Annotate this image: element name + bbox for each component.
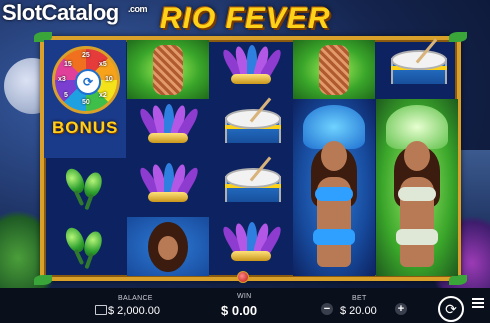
wheel-icon: 25 x5 10 x2 50 5 x3 15 ⟳ (52, 46, 120, 114)
dancer-icon (321, 141, 347, 171)
headdress-symbol (210, 40, 292, 99)
bet-increase-button[interactable]: + (395, 303, 407, 315)
dancer-face-symbol (127, 217, 209, 276)
headdress-icon (219, 44, 284, 92)
headdress-symbol (127, 158, 209, 217)
balance-value: $ 2,000.00 (108, 305, 160, 317)
wheel-number: 10 (105, 76, 113, 83)
headdress-icon (136, 103, 201, 151)
maracas-symbol (44, 158, 126, 217)
dancer-legs-icon (153, 44, 183, 95)
headdress-symbol (127, 99, 209, 158)
win-value: $ 0.00 (221, 303, 258, 318)
minus-icon: − (323, 303, 331, 315)
blue-dancer-symbol (293, 99, 375, 276)
balance-label: BALANCE (118, 295, 153, 302)
watermark-logo: SlotCatalog .com (2, 0, 148, 26)
wheel-number: 50 (82, 99, 90, 106)
reel-4 (293, 40, 375, 277)
spin-button[interactable]: ⟳ (438, 296, 464, 322)
headdress-symbol (210, 217, 292, 276)
reels-frame: 25 x5 10 x2 50 5 x3 15 ⟳ BONUS (34, 32, 467, 285)
reel-1: 25 x5 10 x2 50 5 x3 15 ⟳ BONUS (44, 40, 126, 277)
drum-icon (391, 38, 447, 90)
bonus-label: BONUS (52, 118, 119, 137)
drum-symbol (376, 38, 458, 99)
bet-decrease-button[interactable]: − (321, 303, 333, 315)
menu-button[interactable] (472, 296, 486, 310)
wheel-number: x2 (99, 92, 107, 99)
frame-jewel-decoration (237, 271, 249, 283)
drum-symbol (210, 156, 292, 217)
bet-value: $ 20.00 (340, 305, 377, 317)
wheel-number: 25 (82, 52, 90, 59)
reel-3 (210, 40, 292, 277)
wheel-number: x5 (99, 61, 107, 68)
spin-icon: ⟳ (445, 301, 457, 317)
plus-icon: + (397, 303, 405, 315)
watermark-brand: SlotCatalog (2, 0, 119, 25)
drum-icon (225, 97, 281, 149)
wheel-number: 15 (64, 61, 72, 68)
headdress-icon (136, 162, 201, 210)
bet-label: BET (352, 295, 367, 302)
wallet-icon (95, 305, 107, 315)
bonus-wheel-symbol: 25 x5 10 x2 50 5 x3 15 ⟳ BONUS (44, 40, 126, 158)
dancer-icon (404, 141, 430, 171)
drum-symbol (210, 97, 292, 158)
dancer-legs-symbol (293, 40, 375, 99)
maracas-symbol (44, 217, 126, 276)
maracas-icon (62, 165, 107, 210)
drum-icon (225, 156, 281, 208)
maracas-icon (62, 224, 107, 269)
wheel-number: x3 (58, 76, 66, 83)
dancer-legs-icon (319, 44, 349, 95)
reel-2 (127, 40, 209, 277)
dancer-legs-symbol (127, 40, 209, 99)
wheel-number: 5 (64, 92, 68, 99)
dancer-icon (148, 221, 188, 272)
wheel-hub-icon: ⟳ (75, 69, 101, 95)
reel-5 (376, 38, 458, 277)
game-title: RIO FEVER (160, 2, 331, 35)
watermark-domain: .com (128, 4, 148, 14)
win-label: WIN (237, 293, 252, 300)
headdress-icon (219, 221, 284, 269)
green-dancer-symbol (376, 99, 458, 276)
menu-icon (472, 298, 484, 300)
